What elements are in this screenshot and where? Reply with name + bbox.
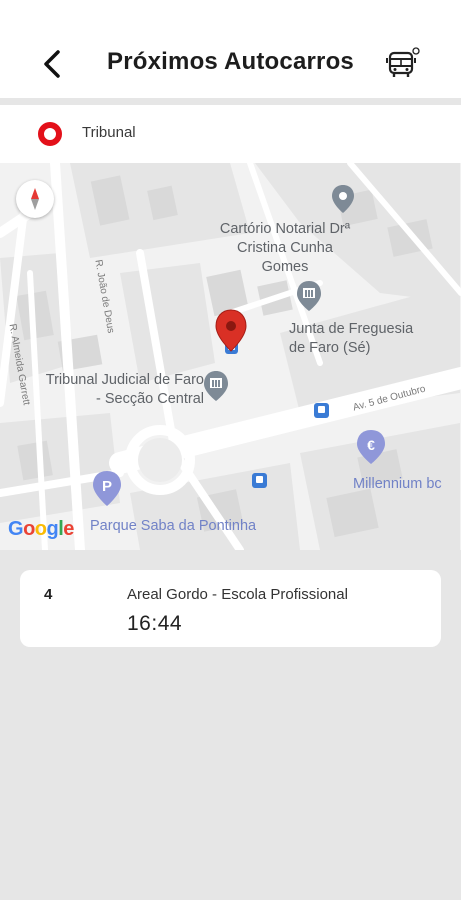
svg-text:€: € xyxy=(367,437,375,453)
map-label-tribunal: Tribunal Judicial de Faro - Secção Centr… xyxy=(45,372,204,407)
map-label-millennium: Millennium bc xyxy=(353,476,442,492)
bus-stop-icon xyxy=(252,473,267,488)
map-label-junta: Junta de Freguesia de Faro (Sé) xyxy=(289,321,414,356)
stop-marker-icon xyxy=(38,122,62,146)
arrival-card[interactable]: 4 Areal Gordo - Escola Profissional 16:4… xyxy=(20,570,441,647)
route-destination: Areal Gordo - Escola Profissional xyxy=(127,586,348,603)
stop-row: Tribunal xyxy=(0,105,461,163)
arrival-time: 16:44 xyxy=(127,612,183,635)
bus-stop-icon xyxy=(314,403,329,418)
header-divider xyxy=(0,98,461,105)
map-label-cartorio: Cartório Notarial Drª Cristina Cunha Gom… xyxy=(219,221,351,275)
stop-name: Tribunal xyxy=(82,124,136,141)
compass-button[interactable] xyxy=(16,180,54,218)
compass-icon xyxy=(31,188,39,210)
route-number: 4 xyxy=(44,586,53,603)
svg-text:P: P xyxy=(102,478,112,495)
app-header: Próximos Autocarros xyxy=(0,0,461,98)
bus-button[interactable] xyxy=(384,44,424,84)
map-view[interactable]: € P Cartório Notarial Drª Cristina Cunha… xyxy=(0,163,461,550)
google-logo: Google xyxy=(8,518,74,540)
map-label-parque: Parque Saba da Pontinha xyxy=(90,518,257,534)
bus-icon xyxy=(386,47,420,77)
